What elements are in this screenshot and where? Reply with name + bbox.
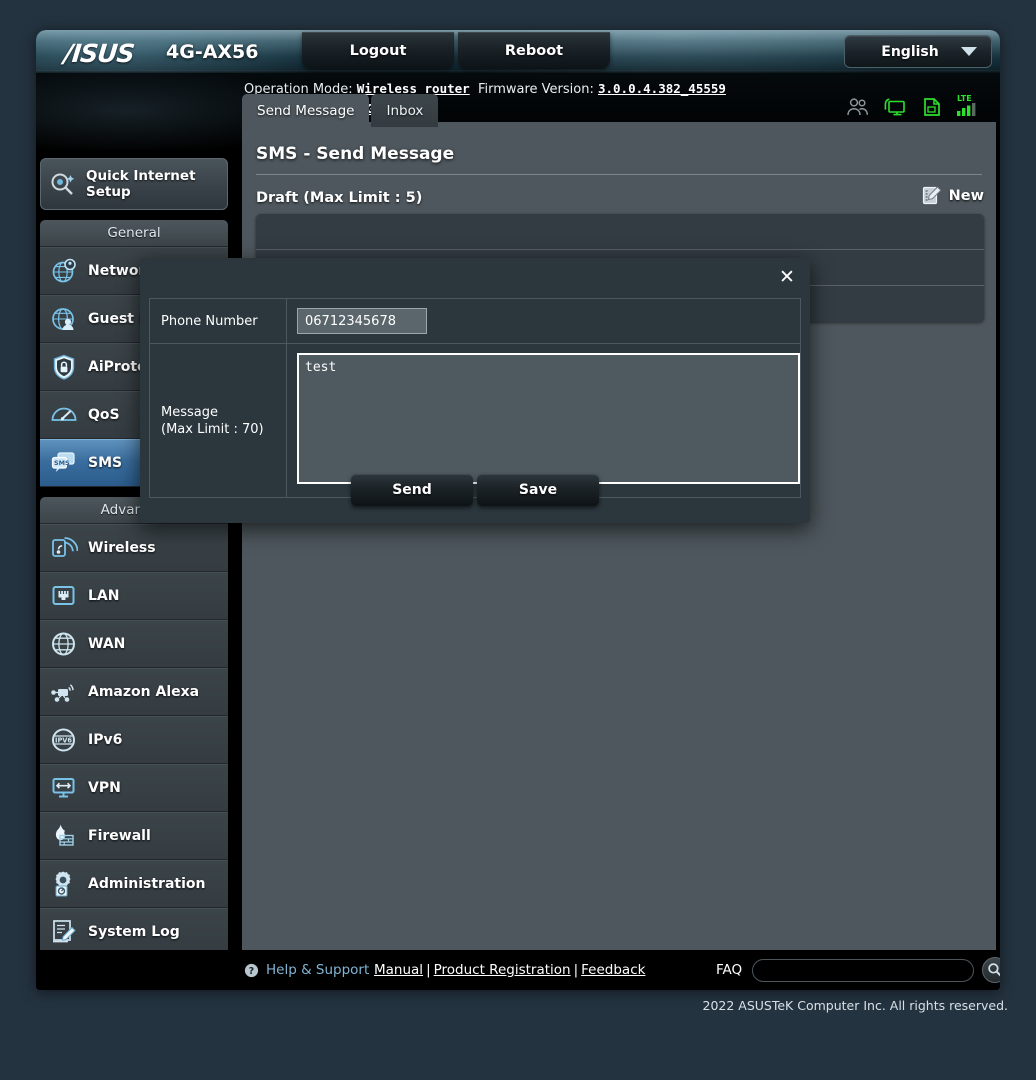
lan-port-icon <box>52 586 75 605</box>
sidebar-label: Firewall <box>88 828 151 844</box>
clients-users-icon[interactable] <box>846 97 870 117</box>
product-registration-link[interactable]: Product Registration <box>434 962 571 978</box>
svg-text:?: ? <box>249 966 255 977</box>
administration-gear-icon <box>55 871 71 897</box>
title-divider <box>256 174 982 175</box>
link-separator: | <box>426 962 431 978</box>
language-selector[interactable]: English <box>844 35 992 68</box>
sidebar-item-administration[interactable]: Administration <box>40 860 228 908</box>
page-title: SMS - Send Message <box>256 144 455 164</box>
save-button[interactable]: Save <box>477 474 599 506</box>
sms-icon: SMS <box>51 452 75 472</box>
message-form-table: Phone Number Message (Max Limit : 70) <box>149 298 801 498</box>
firmware-value[interactable]: 3.0.0.4.382_45559 <box>598 81 726 96</box>
faq-search-button[interactable] <box>982 957 1000 983</box>
faq-search-input[interactable] <box>752 958 974 982</box>
sidebar-group-title-general: General <box>40 220 228 247</box>
search-icon <box>988 963 1000 977</box>
chevron-down-icon <box>961 47 977 56</box>
tab-send-message[interactable]: Send Message <box>242 94 370 127</box>
sidebar-item-wan[interactable]: WAN <box>40 620 228 668</box>
sidebar-item-firewall[interactable]: Firewall <box>40 812 228 860</box>
sidebar-item-lan[interactable]: LAN <box>40 572 228 620</box>
message-label-line2: (Max Limit : 70) <box>161 421 264 437</box>
send-button[interactable]: Send <box>351 474 473 506</box>
lte-signal-icon[interactable]: LTE <box>956 93 982 117</box>
sidebar-item-system-log[interactable]: System Log <box>40 908 228 956</box>
phone-number-input[interactable] <box>297 308 427 334</box>
sidebar-item-quick-internet-setup[interactable]: Quick Internet Setup <box>40 158 228 210</box>
new-draft-label: New <box>948 188 984 204</box>
globe-icon <box>52 632 75 656</box>
tab-bar: Send Message Inbox <box>242 94 439 127</box>
sidebar-item-ipv6[interactable]: IPV6 IPv6 <box>40 716 228 764</box>
sidebar-label: Amazon Alexa <box>88 684 200 700</box>
system-log-icon <box>53 920 76 943</box>
message-label-line1: Message <box>161 404 218 420</box>
phone-number-cell <box>286 298 801 344</box>
phone-number-label: Phone Number <box>149 298 287 344</box>
link-separator: | <box>573 962 579 978</box>
sidebar-item-vpn[interactable]: VPN <box>40 764 228 812</box>
alexa-network-icon <box>51 684 74 702</box>
sidebar-label: Wireless <box>88 540 156 556</box>
svg-text:LTE: LTE <box>957 94 972 103</box>
router-model-name: 4G-AX56 <box>166 41 259 63</box>
router-admin-window: /ISUS 4G-AX56 Logout Reboot English Oper… <box>36 30 1000 990</box>
sidebar-label: System Log <box>88 924 180 940</box>
sidebar-label: IPv6 <box>88 732 123 748</box>
language-selector-label: English <box>881 43 939 60</box>
quick-setup-wand-icon <box>51 173 75 195</box>
sidebar-item-amazon-alexa[interactable]: Amazon Alexa <box>40 668 228 716</box>
feedback-link[interactable]: Feedback <box>581 962 645 978</box>
wireless-signal-icon <box>52 537 78 557</box>
sidebar-item-wireless[interactable]: Wireless <box>40 524 228 572</box>
message-textarea[interactable] <box>297 353 800 484</box>
logout-button[interactable]: Logout <box>302 32 454 69</box>
gauge-icon <box>51 407 77 421</box>
phone-number-row: Phone Number <box>149 298 801 344</box>
question-mark-icon: ? <box>244 963 259 977</box>
asus-logo: /ISUS <box>62 39 136 68</box>
sidebar-label: WAN <box>88 636 126 652</box>
usb-screen-icon[interactable] <box>884 97 908 117</box>
sidebar-label: QoS <box>88 407 120 423</box>
modal-action-bar: Send Save <box>140 474 810 506</box>
footer-links: Manual | Product Registration | Feedback <box>374 962 645 978</box>
sidebar-label: Administration <box>88 876 206 892</box>
footer-bar: ? Help & Support Manual | Product Registra… <box>36 950 1000 990</box>
reboot-button[interactable]: Reboot <box>458 32 610 69</box>
firmware-label: Firmware Version: <box>477 82 594 97</box>
close-icon[interactable]: ✕ <box>777 268 797 288</box>
ipv6-globe-icon: IPV6 <box>52 728 75 752</box>
draft-row[interactable] <box>256 214 984 250</box>
network-map-icon <box>52 258 76 283</box>
status-icon-tray: LTE <box>846 93 982 117</box>
sidebar-label: VPN <box>88 780 121 796</box>
draft-section-label: Draft (Max Limit : 5) <box>256 190 423 206</box>
main-panel: Send Message Inbox SMS - Send Message Dr… <box>242 94 996 990</box>
quick-setup-label: Quick Internet Setup <box>86 168 196 200</box>
sidebar-label: SMS <box>88 455 123 471</box>
new-draft-button[interactable]: New <box>922 186 984 206</box>
printer-document-icon[interactable] <box>922 97 942 117</box>
help-support-link[interactable]: ? Help & Support <box>244 962 369 978</box>
sidebar-label: LAN <box>88 588 120 604</box>
new-note-pencil-icon <box>922 186 942 205</box>
firewall-flame-icon <box>55 824 74 846</box>
svg-text:IPV6: IPV6 <box>55 737 72 745</box>
copyright-text: 2022 ASUSTeK Computer Inc. All rights re… <box>702 998 1009 1013</box>
sidebar-group-advanced: Advanced Wireless LAN WAN Amazon Alexa I… <box>40 497 228 990</box>
svg-text:SMS: SMS <box>54 459 70 467</box>
manual-link[interactable]: Manual <box>374 962 423 978</box>
shield-lock-icon <box>53 354 75 380</box>
top-banner: /ISUS 4G-AX56 Logout Reboot English <box>36 30 1000 73</box>
faq-label: FAQ <box>716 962 743 978</box>
tab-inbox[interactable]: Inbox <box>371 94 439 127</box>
help-support-label: Help & Support <box>266 962 370 978</box>
send-message-modal: ✕ Phone Number Message (Max Limit : 70) … <box>140 258 810 523</box>
guest-network-icon <box>52 308 74 330</box>
vpn-monitor-icon <box>52 778 75 798</box>
